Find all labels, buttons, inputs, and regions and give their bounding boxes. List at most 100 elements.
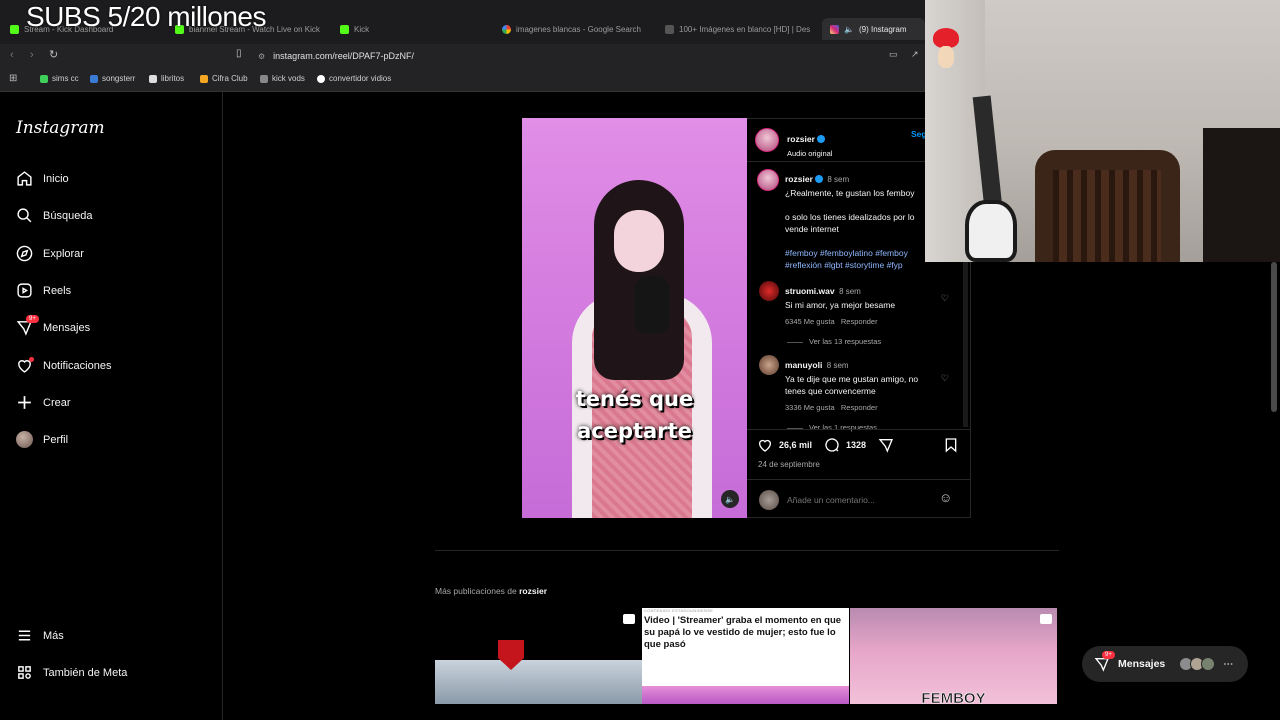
comment-item: struomi.wav 8 sem Si mi amor, ya mejor b… [785, 281, 945, 346]
compass-icon [16, 245, 33, 262]
bookmark-favicon-icon [260, 74, 268, 83]
sidebar-item-tambien-de-meta[interactable]: También de Meta [16, 664, 127, 681]
forward-icon[interactable]: › [30, 49, 34, 61]
sidebar-item-notificaciones[interactable]: Notificaciones [16, 357, 111, 374]
bookmark-convertidor-vidios[interactable]: convertidor vidios [317, 74, 391, 83]
more-post-thumbnail[interactable] [435, 608, 642, 704]
caption-avatar[interactable] [757, 169, 779, 191]
chair-slats [1053, 170, 1161, 262]
tab-instagram[interactable]: 🔈 (9) Instagram [822, 18, 925, 40]
more-post-thumbnail[interactable]: FEMBOY [850, 608, 1057, 704]
avatar [16, 431, 33, 448]
caption-username[interactable]: rozsier [785, 174, 813, 184]
avatar-stack [1179, 657, 1216, 671]
sidebar-item-mas[interactable]: Más [16, 627, 64, 644]
bookmark-cifra-club[interactable]: Cifra Club [200, 74, 248, 83]
thumbnail-image [642, 686, 849, 704]
author-avatar[interactable] [755, 128, 779, 152]
sidebar-item-explorar[interactable]: Explorar [16, 245, 84, 262]
reply-button[interactable]: Responder [841, 403, 878, 412]
comments-scrollbar[interactable] [963, 261, 968, 427]
apps-grid-icon[interactable]: ⊞ [9, 73, 17, 84]
comment-likes[interactable]: 3336 Me gusta [785, 403, 835, 412]
save-bookmark-icon[interactable] [943, 437, 959, 453]
speaker-icon: 🔈 [844, 24, 854, 34]
post-date: 24 de septiembre [758, 460, 820, 469]
comment-username[interactable]: manuyoli [785, 360, 822, 370]
bookmark-favicon-icon [90, 74, 98, 83]
address-bar-row: ‹ › ↻ ▯ ⚙ instagram.com/reel/DPAF7-pDzNF… [0, 44, 925, 68]
bookmark-libritos[interactable]: libritos [149, 74, 184, 83]
author-username[interactable]: rozsier [787, 134, 815, 144]
reels-icon [17, 283, 32, 298]
article-source: CONTENIDO ESTADOUNIDENSE [644, 608, 714, 613]
more-dots-icon[interactable]: ⋯ [1223, 659, 1233, 670]
bookmark-icon[interactable]: ▯ [236, 48, 242, 59]
bookmark-favicon-icon [149, 74, 157, 83]
kick-icon [340, 24, 349, 34]
comment-count[interactable]: 1328 [846, 440, 866, 450]
verified-icon [814, 175, 823, 183]
page-scrollbar[interactable] [1271, 262, 1277, 412]
like-heart-icon[interactable] [757, 437, 773, 453]
subs-overlay-text: SUBS 5/20 millones [26, 1, 267, 32]
reply-button[interactable]: Responder [841, 317, 878, 326]
comment-text: Si mi amor, ya mejor besame [785, 300, 896, 310]
more-posts-heading: Más publicaciones de rozsier [435, 586, 547, 596]
tab-kick[interactable]: Kick [340, 20, 490, 38]
more-post-thumbnail[interactable]: CONTENIDO ESTADOUNIDENSE Video | 'Stream… [642, 608, 849, 704]
comment-icon[interactable] [824, 437, 840, 453]
speaker-icon: 🔈 [725, 494, 735, 504]
bookmark-songsterr[interactable]: songsterr [90, 74, 135, 83]
view-replies[interactable]: Ver las 13 respuestas [787, 337, 945, 346]
article-headline: Video | 'Streamer' graba el momento en q… [644, 615, 842, 650]
kick-icon [10, 24, 19, 34]
emoji-icon[interactable]: ☺ [939, 490, 952, 505]
comment-input[interactable] [787, 492, 927, 508]
audio-label[interactable]: Audio original [787, 149, 832, 158]
comment-composer: ☺ [747, 479, 970, 517]
comment-likes[interactable]: 6345 Me gusta [785, 317, 835, 326]
tab-imagenes-blanco[interactable]: 100+ Imágenes en blanco [HD] | Des [665, 20, 815, 38]
toy-figure [933, 28, 959, 48]
video-caption: tenés que aceptarte [575, 387, 694, 443]
messages-pill[interactable]: 9+ Mensajes ⋯ [1082, 646, 1248, 682]
comment-username[interactable]: struomi.wav [785, 286, 835, 296]
thumbnail-image [435, 660, 642, 704]
avatar [1201, 657, 1216, 671]
divider [747, 429, 970, 430]
comment-like-heart-icon[interactable]: ♡ [941, 373, 949, 384]
commenter-avatar[interactable] [759, 281, 779, 301]
reload-icon[interactable]: ↻ [49, 48, 58, 61]
share-icon[interactable]: ↗ [911, 49, 919, 60]
sidebar-item-mensajes[interactable]: 9+ Mensajes [16, 315, 90, 336]
menu-icon [18, 630, 31, 641]
reel-video[interactable]: tenés que aceptarte 🔈 [522, 118, 747, 518]
commenter-avatar[interactable] [759, 355, 779, 375]
reel-type-icon [623, 614, 635, 624]
author-header: rozsier Audio original [787, 129, 832, 158]
comment-like-heart-icon[interactable]: ♡ [941, 293, 949, 304]
site-settings-icon[interactable]: ⚙ [258, 52, 265, 61]
bookmark-favicon-icon [40, 74, 48, 83]
cast-icon[interactable]: ▭ [889, 49, 898, 60]
url-field[interactable]: ⚙ instagram.com/reel/DPAF7-pDzNF/ [258, 48, 858, 64]
mute-button[interactable]: 🔈 [721, 490, 739, 508]
instagram-logo[interactable]: Instagram [16, 118, 105, 138]
notification-dot [29, 357, 34, 362]
back-icon[interactable]: ‹ [10, 49, 14, 61]
tab-google-search[interactable]: imagenes blancas - Google Search [502, 20, 652, 38]
sidebar-item-inicio[interactable]: Inicio [16, 170, 69, 187]
bookmark-sims-cc[interactable]: sims cc [40, 74, 79, 83]
sidebar-item-perfil[interactable]: Perfil [16, 431, 68, 448]
avatar [759, 490, 779, 510]
sidebar-item-reels[interactable]: Reels [16, 282, 71, 299]
comment-text: Ya te dije que me gustan amigo, no tenes… [785, 374, 919, 396]
sidebar-item-busqueda[interactable]: Búsqueda [16, 207, 93, 224]
bookmark-kick-vods[interactable]: kick vods [260, 74, 305, 83]
like-count[interactable]: 26,6 mil [779, 440, 812, 450]
piano [1203, 128, 1280, 262]
sidebar-item-crear[interactable]: Crear [16, 394, 71, 411]
view-replies[interactable]: Ver las 1 respuestas [787, 423, 935, 432]
share-icon[interactable] [878, 437, 894, 453]
